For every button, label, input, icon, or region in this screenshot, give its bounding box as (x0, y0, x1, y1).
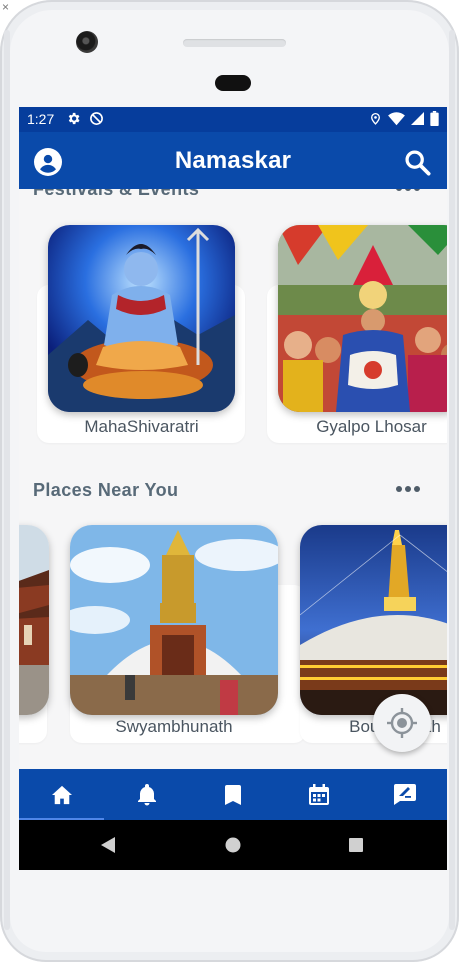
recents-icon[interactable] (349, 838, 363, 852)
window-close-icon[interactable]: × (2, 0, 9, 14)
place-card-label: Swyambhunath (115, 717, 233, 736)
search-icon[interactable] (403, 148, 431, 176)
battery-icon (430, 111, 439, 126)
more-horizontal-icon[interactable] (395, 189, 421, 192)
my-location-button[interactable] (373, 694, 431, 752)
status-bar: 1:27 (19, 107, 447, 132)
back-icon[interactable] (101, 837, 115, 853)
home-icon (51, 785, 72, 804)
event-card-label: Gyalpo Lhosar (316, 417, 427, 436)
shiva-image (48, 225, 235, 412)
nav-item-bookmarks[interactable] (190, 769, 275, 820)
nav-item-feedback[interactable] (362, 769, 447, 820)
earpiece-speaker (183, 39, 286, 47)
durbar-square-image (19, 525, 49, 715)
section-title-festivals: Festivals & Events (33, 189, 200, 199)
feedback-icon (393, 784, 416, 805)
section-title-places: Places Near You (33, 480, 179, 500)
location-icon (371, 112, 380, 125)
my-location-icon (387, 708, 417, 738)
place-card-swyambhunath[interactable] (70, 525, 278, 715)
no-disturb-icon (90, 112, 103, 125)
system-navigation-bar (19, 820, 447, 870)
app-title: Namaskar (174, 147, 292, 174)
wifi-icon (388, 111, 405, 125)
event-card-mahashivaratri[interactable] (48, 225, 235, 412)
nav-item-home[interactable] (19, 769, 104, 820)
more-horizontal-icon[interactable] (395, 485, 421, 493)
status-time: 1:27 (27, 111, 55, 127)
app-bar: Namaskar (19, 132, 447, 189)
home-feed[interactable]: Festivals & Events MahaShivaratri Gyalpo… (19, 189, 447, 769)
gear-icon (68, 112, 80, 125)
nav-item-calendar[interactable] (276, 769, 361, 820)
phone-side-edge (4, 30, 10, 930)
phone-screen: 1:27 Namaskar Festivals & Events MahaShi… (19, 107, 447, 870)
bookmark-icon (224, 784, 241, 805)
bottom-navigation (19, 769, 447, 820)
event-card-label: MahaShivaratri (84, 417, 199, 436)
phone-side-edge (449, 30, 455, 930)
signal-icon (411, 112, 424, 125)
event-card-gyalpo-lhosar[interactable] (278, 225, 447, 412)
nav-item-notifications[interactable] (104, 769, 189, 820)
home-circle-icon[interactable] (225, 837, 241, 853)
bell-icon (137, 783, 156, 805)
place-card-boudhanath[interactable] (300, 525, 447, 715)
boudhanath-stupa-image (300, 525, 447, 715)
proximity-sensor (215, 75, 251, 91)
calendar-icon (308, 784, 329, 805)
front-camera (76, 31, 98, 53)
swyambhunath-stupa-image (70, 525, 278, 715)
lhosar-dance-image (278, 225, 447, 412)
place-card-durbar[interactable] (19, 525, 49, 715)
